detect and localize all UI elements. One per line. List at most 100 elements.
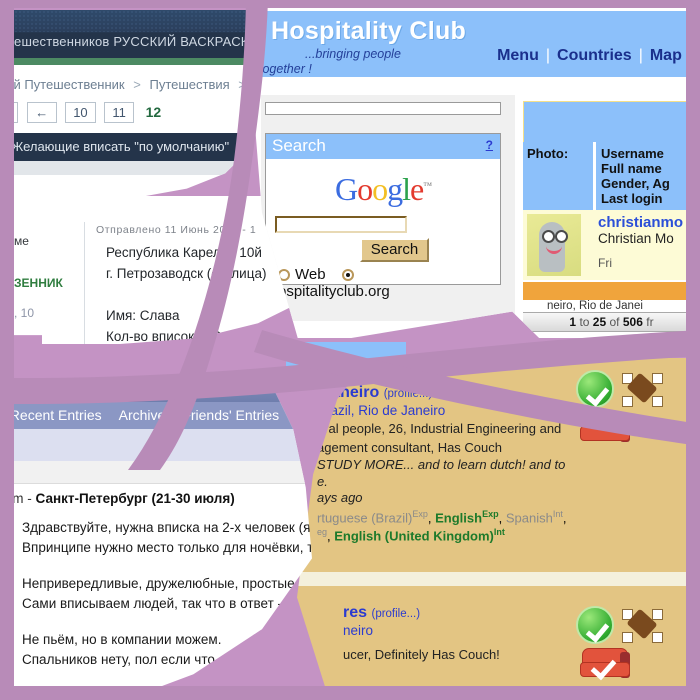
count-from: 1 <box>569 315 577 329</box>
hc-right-column: Photo: Username Full name Gender, Ag Las… <box>515 95 700 332</box>
hc-nav-sep-2: | <box>638 47 643 64</box>
results-count: 1 to 25 of 506 fr <box>523 312 700 332</box>
result-lang-3-level: Int <box>552 509 563 519</box>
help-link[interactable]: ? <box>486 138 493 152</box>
pager-current-page: 12 <box>145 104 162 120</box>
search-input[interactable] <box>275 216 407 233</box>
result-card[interactable]: ojaneiro (profile...) Brazil, Rio de Jan… <box>297 358 700 544</box>
hc-nav-sep-1: | <box>545 47 551 64</box>
forum-notice-bar: ! Желающие вписать "по умолчанию" <box>14 133 254 161</box>
entry-line-3: Непривередливые, дружелюбные, простые. <box>22 576 299 591</box>
entry-line-1: Здравствуйте, нужна вписка на 2-х челове… <box>22 520 312 535</box>
hc-tagline-line1: ...bringing people <box>305 47 401 61</box>
breadcrumb-item-2[interactable]: Путешествия <box>149 77 229 92</box>
lj-nav-item-3[interactable]: Friends' Entries <box>182 407 279 423</box>
result-username[interactable]: ojaneiro <box>317 384 379 401</box>
hc-url-input[interactable] <box>265 102 501 115</box>
livejournal-fragment: esRecent EntriesArchiveFriends' Entries … <box>0 378 312 700</box>
count-suffix: fr <box>646 315 654 329</box>
count-shown: 25 <box>592 315 607 329</box>
result-profile-link[interactable]: (profile...) <box>371 608 420 620</box>
hc-nav-sep-3: | <box>688 47 693 64</box>
pager-prev-label[interactable]: ая <box>14 102 19 123</box>
search-panel-body: Google™ Search Web ospitalityclub.org <box>266 159 500 300</box>
couch-check-icon <box>580 647 632 682</box>
lj-nav-item-1[interactable]: Recent Entries <box>10 407 102 423</box>
hc-logo: Hospitality Club <box>271 17 467 45</box>
post-line-4: Имя: Слава <box>106 308 180 323</box>
row-username[interactable]: christianmo <box>598 214 683 231</box>
entry-line-5: Не пьём, но в компании можем. <box>22 632 222 647</box>
lj-grey-strip <box>0 461 312 484</box>
row-photo-cell <box>523 210 593 280</box>
post-line-2: г. Петрозаводск (столица) <box>106 266 267 281</box>
post-timestamp: Отправлено 11 Июнь 2010 - 1 <box>96 224 257 236</box>
duckduckgo-label: ckgo <box>296 344 337 365</box>
radio-site-icon[interactable] <box>341 269 354 281</box>
hc-nav-countries[interactable]: Countries <box>557 47 632 64</box>
entry-paragraph-1: Здравствуйте, нужна вписка на 2-х челове… <box>22 518 312 558</box>
pager-arrow-left-icon[interactable]: ← <box>26 102 57 123</box>
result-icons <box>576 605 686 686</box>
row-fullname: Christian Mo <box>598 231 674 246</box>
row-friends: Fri <box>598 256 612 270</box>
hc-nav-menu[interactable]: Menu <box>497 47 539 64</box>
column-header-username: Username <box>601 146 664 161</box>
result-languages: Beg (language barrier) <box>419 689 700 700</box>
entry-header: 36 pm - Санкт-Петербург (21-30 июля) <box>0 484 312 512</box>
result-lang-1: rtuguese (Brazil) <box>317 510 413 526</box>
column-header-gender-age: Gender, Ag <box>601 176 670 191</box>
column-header-details: Username Full name Gender, Ag Last login <box>596 142 670 210</box>
pager-page-11[interactable]: 11 <box>104 102 135 123</box>
row-location: neiro, Rio de Janei <box>523 300 700 312</box>
entry-left-rule <box>6 528 9 588</box>
result-italic-line-1: STUDY MORE... and to learn dutch! and to <box>317 457 566 472</box>
entry-line-2: Впринципе нужно место только для ночёвки… <box>22 540 312 555</box>
post-line-3 <box>106 284 285 305</box>
radio-web-label[interactable]: Web <box>295 266 326 283</box>
lang-comma-3: , <box>562 510 567 526</box>
pagination: ая ← 10 11 12 <box>14 102 254 133</box>
lj-nav-item-2[interactable]: Archive <box>119 407 166 423</box>
hc-tagline: ...bringing people together ! <box>259 47 459 77</box>
result-card[interactable]: res (profile...) neiro ucer, Definitely … <box>297 586 700 700</box>
vkontakte-link-me[interactable]: ВКонтакте - я <box>22 688 106 700</box>
result-separator <box>297 571 700 586</box>
avatar <box>527 214 581 276</box>
hc-nav-map[interactable]: Map <box>650 47 682 64</box>
breadcrumb-item-1[interactable]: ский Путешественник <box>14 77 125 92</box>
hc-left-column: Search ? Google™ Search Web ospitalitycl… <box>261 95 515 321</box>
russian-post-fragment: ме ЗЕННИК , 10 Отправлено 11 Июнь 2010 -… <box>0 196 300 344</box>
tear-edge-top <box>0 0 700 8</box>
post-line-1: Республика Карелия 10й <box>106 245 262 260</box>
search-panel-header: Search ? <box>266 134 500 159</box>
result-profile-link[interactable]: (profile...) <box>384 388 433 400</box>
column-header-fullname: Full name <box>601 161 662 176</box>
count-of-word: of <box>609 315 620 329</box>
entry-title[interactable]: Санкт-Петербург (21-30 июля) <box>36 491 235 506</box>
table-row[interactable]: christianmo Christian Mo Fri <box>523 210 700 280</box>
row-details-cell: christianmo Christian Mo Fri <box>593 210 683 280</box>
forum-header-bar: тешественников РУССКИЙ ВАСКРАСК <box>14 10 254 58</box>
couch-icon <box>580 412 632 446</box>
post-author-meta-1: ме <box>14 234 29 248</box>
google-tm-icon: ™ <box>423 180 432 191</box>
pager-page-10[interactable]: 10 <box>65 102 96 123</box>
hc-nav: Menu | Countries | Map | <box>497 47 700 65</box>
result-lang-level: Beg <box>419 688 437 699</box>
entry-time: 36 pm - <box>0 491 32 506</box>
radio-site-label[interactable]: ospitalityclub.org <box>278 283 390 300</box>
search-panel: Search ? Google™ Search Web ospitalitycl… <box>265 133 501 300</box>
post-body: Республика Карелия 10й г. Петрозаводск (… <box>106 242 285 344</box>
entry-paragraph-2: Непривередливые, дружелюбные, простые. С… <box>22 574 312 614</box>
green-check-icon <box>576 370 614 408</box>
hc-white-strip <box>261 77 700 95</box>
result-username[interactable]: res <box>343 604 367 621</box>
entry-paragraph-3: Не пьём, но в компании можем. Спальников… <box>22 630 312 670</box>
google-logo: Google™ <box>334 171 432 207</box>
forum-title: тешественников РУССКИЙ ВАСКРАСК <box>14 34 249 49</box>
breadcrumb-separator-icon: > <box>133 77 141 92</box>
result-lang-3: Spanish <box>505 510 553 526</box>
search-button[interactable]: Search <box>359 238 430 262</box>
post-divider <box>84 222 85 344</box>
